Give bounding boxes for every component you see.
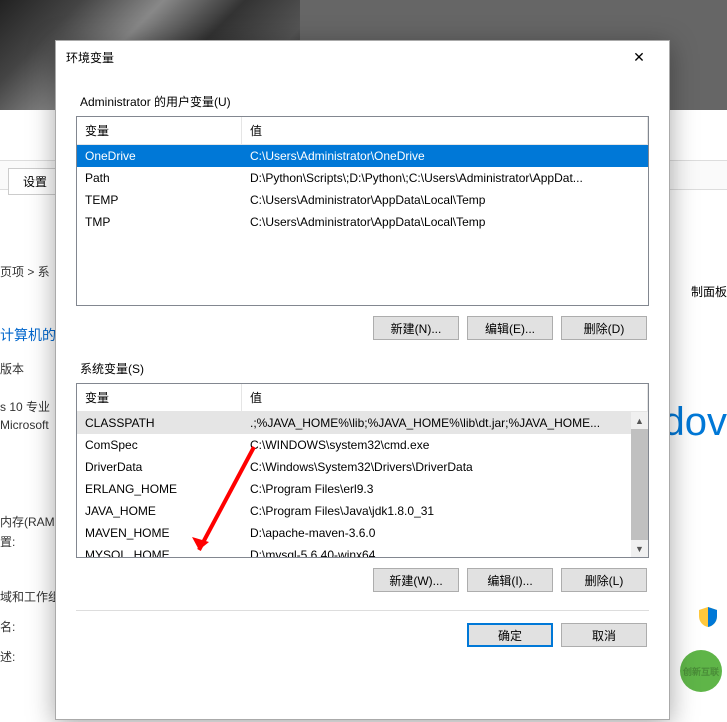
shield-icon xyxy=(699,607,717,627)
user-new-button[interactable]: 新建(N)... xyxy=(373,316,459,340)
env-vars-dialog: 环境变量 ✕ Administrator 的用户变量(U) 变量 值 OneDr… xyxy=(55,40,670,720)
var-value-cell: C:\Windows\System32\Drivers\DriverData xyxy=(242,458,648,476)
var-name-cell: JAVA_HOME xyxy=(77,502,242,520)
behind-tab-settings[interactable]: 设置 xyxy=(8,168,62,195)
sys-vars-label: 系统变量(S) xyxy=(80,360,649,377)
user-table-row[interactable]: OneDriveC:\Users\Administrator\OneDrive xyxy=(77,145,648,167)
var-name-cell: MYSQL_HOME xyxy=(77,546,242,558)
col-value-header[interactable]: 值 xyxy=(242,384,648,411)
behind-desc-label: 述: xyxy=(0,648,15,665)
col-value-header[interactable]: 值 xyxy=(242,117,648,144)
scroll-down-button[interactable]: ▼ xyxy=(631,540,648,557)
var-name-cell: CLASSPATH xyxy=(77,414,242,432)
user-table-row[interactable]: PathD:\Python\Scripts\;D:\Python\;C:\Use… xyxy=(77,167,648,189)
var-value-cell: C:\Program Files\erl9.3 xyxy=(242,480,648,498)
behind-win10-label: s 10 专业 xyxy=(0,398,50,415)
ok-button[interactable]: 确定 xyxy=(467,623,553,647)
var-value-cell: D:\apache-maven-3.6.0 xyxy=(242,524,648,542)
var-name-cell: ERLANG_HOME xyxy=(77,480,242,498)
user-delete-button[interactable]: 删除(D) xyxy=(561,316,647,340)
var-name-cell: TEMP xyxy=(77,191,242,209)
sys-scrollbar-thumb[interactable] xyxy=(631,429,648,544)
behind-zhi-label: 置: xyxy=(0,533,15,550)
user-vars-table[interactable]: 变量 值 OneDriveC:\Users\Administrator\OneD… xyxy=(76,116,649,306)
col-name-header[interactable]: 变量 xyxy=(77,384,242,411)
var-value-cell: C:\Users\Administrator\AppData\Local\Tem… xyxy=(242,191,648,209)
behind-ram-label: 内存(RAM xyxy=(0,513,55,530)
user-table-row[interactable]: TMPC:\Users\Administrator\AppData\Local\… xyxy=(77,211,648,233)
behind-windows-logo-text: dov xyxy=(663,400,727,445)
var-name-cell: MAVEN_HOME xyxy=(77,524,242,542)
var-name-cell: Path xyxy=(77,169,242,187)
user-table-row[interactable]: TEMPC:\Users\Administrator\AppData\Local… xyxy=(77,189,648,211)
var-value-cell: C:\WINDOWS\system32\cmd.exe xyxy=(242,436,648,454)
var-name-cell: DriverData xyxy=(77,458,242,476)
behind-version-label: 版本 xyxy=(0,360,24,377)
brand-logo: 创新互联 xyxy=(680,650,722,692)
close-button[interactable]: ✕ xyxy=(619,43,659,71)
var-name-cell: OneDrive xyxy=(77,147,242,165)
var-value-cell: C:\Users\Administrator\OneDrive xyxy=(242,147,648,165)
behind-computer-link[interactable]: 计算机的 xyxy=(0,325,56,345)
sys-table-row[interactable]: JAVA_HOMEC:\Program Files\Java\jdk1.8.0_… xyxy=(77,500,648,522)
var-value-cell: D:\Python\Scripts\;D:\Python\;C:\Users\A… xyxy=(242,169,648,187)
behind-breadcrumb: 页项 > 系 xyxy=(0,263,50,280)
sys-table-row[interactable]: MAVEN_HOMED:\apache-maven-3.6.0 xyxy=(77,522,648,544)
sys-table-row[interactable]: MYSQL_HOMED:\mysql-5.6.40-winx64 xyxy=(77,544,648,558)
var-value-cell: C:\Program Files\Java\jdk1.8.0_31 xyxy=(242,502,648,520)
sys-edit-button[interactable]: 编辑(I)... xyxy=(467,568,553,592)
behind-control-panel-label: 制面板 xyxy=(691,283,727,300)
var-name-cell: TMP xyxy=(77,213,242,231)
var-value-cell: .;%JAVA_HOME%\lib;%JAVA_HOME%\lib\dt.jar… xyxy=(242,414,648,432)
sys-table-row[interactable]: DriverDataC:\Windows\System32\Drivers\Dr… xyxy=(77,456,648,478)
sys-table-row[interactable]: ComSpecC:\WINDOWS\system32\cmd.exe xyxy=(77,434,648,456)
sys-vars-table[interactable]: 变量 值 CLASSPATH.;%JAVA_HOME%\lib;%JAVA_HO… xyxy=(76,383,649,558)
footer-separator xyxy=(76,610,649,611)
cancel-button[interactable]: 取消 xyxy=(561,623,647,647)
scroll-up-button[interactable]: ▲ xyxy=(631,412,648,429)
sys-new-button[interactable]: 新建(W)... xyxy=(373,568,459,592)
sys-table-header: 变量 值 xyxy=(77,384,648,412)
dialog-title: 环境变量 xyxy=(66,49,619,66)
behind-microsoft-label: Microsoft xyxy=(0,418,49,432)
sys-delete-button[interactable]: 删除(L) xyxy=(561,568,647,592)
user-vars-label: Administrator 的用户变量(U) xyxy=(80,93,649,110)
sys-table-row[interactable]: CLASSPATH.;%JAVA_HOME%\lib;%JAVA_HOME%\l… xyxy=(77,412,648,434)
var-value-cell: C:\Users\Administrator\AppData\Local\Tem… xyxy=(242,213,648,231)
sys-table-row[interactable]: ERLANG_HOMEC:\Program Files\erl9.3 xyxy=(77,478,648,500)
col-name-header[interactable]: 变量 xyxy=(77,117,242,144)
user-edit-button[interactable]: 编辑(E)... xyxy=(467,316,553,340)
var-name-cell: ComSpec xyxy=(77,436,242,454)
behind-workgroup-label: 域和工作组 xyxy=(0,588,60,605)
behind-name-label: 名: xyxy=(0,618,15,635)
user-table-header: 变量 值 xyxy=(77,117,648,145)
var-value-cell: D:\mysql-5.6.40-winx64 xyxy=(242,546,648,558)
dialog-titlebar: 环境变量 ✕ xyxy=(56,41,669,73)
